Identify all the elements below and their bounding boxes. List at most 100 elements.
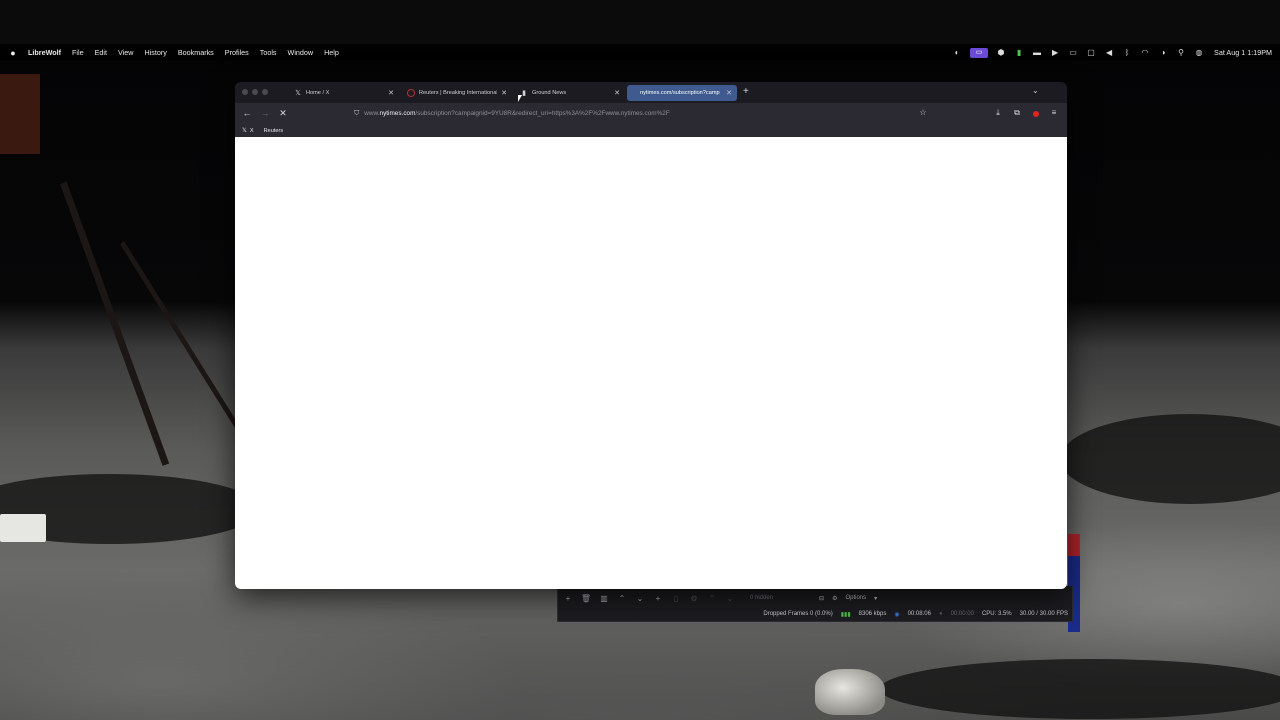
- move-down-icon[interactable]: ⌄: [634, 592, 646, 604]
- scene-up-icon[interactable]: ⌃: [706, 592, 718, 604]
- lock-icon[interactable]: ▮: [1014, 48, 1024, 57]
- bookmark-x[interactable]: 𝕏 X: [242, 127, 254, 135]
- astronaut-boot: [815, 669, 885, 715]
- menu-bar-clock[interactable]: Sat Aug 1 1:19PM: [1214, 48, 1272, 57]
- forward-arrow-icon[interactable]: →: [259, 108, 271, 118]
- page-content-blank[interactable]: [235, 137, 1067, 589]
- options-dropdown-icon[interactable]: ▾: [874, 595, 877, 602]
- close-tab-icon[interactable]: ✕: [501, 89, 507, 97]
- back-arrow-icon[interactable]: ←: [241, 108, 253, 118]
- wifi-icon[interactable]: ◠: [1140, 48, 1150, 57]
- browser-window: 𝕏 Home / X ✕ Reuters | Breaking Internat…: [235, 82, 1067, 589]
- stop-loading-icon[interactable]: ✕: [277, 108, 289, 119]
- user-switch-icon[interactable]: ◍: [1194, 48, 1204, 57]
- tab-bar: 𝕏 Home / X ✕ Reuters | Breaking Internat…: [235, 82, 1067, 103]
- tab-title: Reuters | Breaking International: [419, 90, 498, 96]
- site-info-shield-icon[interactable]: ⛉: [354, 110, 359, 118]
- obs-options-group: ⊟ ⚙ Options ▾: [819, 595, 877, 602]
- downloads-icon[interactable]: ⤓: [992, 108, 1004, 118]
- hamburger-menu-icon[interactable]: ≡: [1048, 108, 1060, 117]
- ublock-extension-icon[interactable]: [1033, 111, 1039, 117]
- drive-icon[interactable]: ▬: [1032, 48, 1042, 57]
- status-area: ◐ ▭ ⬢ ▮ ▬ ▶ ▭ ▢ ◀ ᛒ ◠ ◑ ⚲ ◍ Sat Aug 1 1:…: [952, 47, 1272, 58]
- tab-home-x[interactable]: 𝕏 Home / X ✕: [289, 85, 399, 101]
- screen-share-icon[interactable]: ▭: [970, 47, 989, 58]
- menu-view[interactable]: View: [118, 48, 133, 57]
- bluetooth-icon[interactable]: ᛒ: [1122, 48, 1132, 57]
- remove-scene-icon[interactable]: ▯: [670, 592, 682, 604]
- tab-reuters[interactable]: Reuters | Breaking International ✕: [402, 85, 512, 101]
- menu-window[interactable]: Window: [288, 48, 314, 57]
- stream-time: 00:08:06: [907, 611, 931, 617]
- close-tab-icon[interactable]: ✕: [388, 89, 394, 97]
- record-icon: ●: [938, 611, 943, 617]
- url-text: www.nytimes.com/subscription?campaignid=…: [364, 110, 669, 117]
- tab-ground-news[interactable]: ▮ Ground News ✕: [515, 85, 625, 101]
- add-source-icon[interactable]: +: [562, 592, 574, 604]
- new-tab-button[interactable]: +: [743, 86, 749, 97]
- extensions-icon[interactable]: ⧉: [1011, 108, 1023, 118]
- apple-menu-icon[interactable]: ●: [8, 48, 18, 58]
- filters-icon[interactable]: ▥: [598, 592, 610, 604]
- x-logo-icon: 𝕏: [295, 90, 301, 97]
- close-tab-icon[interactable]: ✕: [726, 89, 732, 97]
- tab-title: nytimes.com/subscription?camp: [640, 90, 720, 96]
- volume-icon[interactable]: ◀: [1104, 48, 1114, 57]
- menu-file[interactable]: File: [72, 48, 84, 57]
- minimize-window-button[interactable]: [252, 89, 258, 95]
- scene-down-icon[interactable]: ⌄: [724, 592, 736, 604]
- list-all-tabs-icon[interactable]: ⌄: [1032, 86, 1039, 95]
- obs-status-bar: Dropped Frames 0 (0.0%) ▮▮▮ 8306 kbps ◉ …: [558, 608, 1072, 620]
- app-menu[interactable]: LibreWolf: [28, 48, 61, 57]
- bitrate: 8306 kbps: [858, 611, 887, 617]
- reuters-icon: [407, 89, 415, 97]
- zoom-window-button[interactable]: [262, 89, 268, 95]
- shield-icon[interactable]: ⬢: [996, 48, 1006, 57]
- close-window-button[interactable]: [242, 89, 248, 95]
- tab-title: Ground News: [532, 90, 567, 96]
- url-path: /subscription?campaignid=9YU8R&redirect_…: [415, 110, 670, 117]
- tab-title: Home / X: [306, 90, 330, 96]
- url-prefix: www.: [364, 110, 380, 117]
- remove-source-icon[interactable]: 🗑: [580, 592, 592, 604]
- play-icon[interactable]: ▶: [1050, 48, 1060, 57]
- record-time: 00:00:00: [950, 611, 974, 617]
- menu-help[interactable]: Help: [324, 48, 339, 57]
- obs-status-icon[interactable]: ◐: [952, 48, 962, 57]
- url-bar[interactable]: ⛉ www.nytimes.com/subscription?campaigni…: [350, 106, 913, 121]
- dropped-frames: Dropped Frames 0 (0.0%): [763, 611, 833, 617]
- battery-icon[interactable]: ▭: [1068, 48, 1078, 57]
- bookmark-reuters[interactable]: Reuters: [264, 128, 284, 134]
- cpu-usage: CPU: 3.5%: [981, 611, 1012, 617]
- tab-nytimes-subscription[interactable]: nytimes.com/subscription?camp ✕: [627, 85, 737, 101]
- hidden-sources-count: 0 hidden: [750, 595, 774, 601]
- settings-gear-icon[interactable]: ⚙: [832, 595, 837, 602]
- display-icon[interactable]: ▢: [1086, 48, 1096, 57]
- lunar-lander-strut: [0, 74, 40, 154]
- menu-profiles[interactable]: Profiles: [225, 48, 249, 57]
- add-scene-icon[interactable]: +: [652, 592, 664, 604]
- options-button[interactable]: Options: [845, 595, 866, 601]
- menu-bar: ● LibreWolf File Edit View History Bookm…: [0, 44, 1280, 61]
- mixer-icon[interactable]: ⊟: [819, 595, 824, 602]
- scene-settings-icon[interactable]: ⚙: [688, 592, 700, 604]
- move-up-icon[interactable]: ⌃: [616, 592, 628, 604]
- menu-edit[interactable]: Edit: [95, 48, 107, 57]
- lander-foil: [0, 514, 46, 542]
- close-tab-icon[interactable]: ✕: [614, 89, 620, 97]
- navigation-bar: ← → ✕ ⛉ www.nytimes.com/subscription?cam…: [235, 103, 1067, 124]
- mouse-cursor-icon: [518, 95, 522, 102]
- menu-history[interactable]: History: [144, 48, 166, 57]
- spotlight-search-icon[interactable]: ⚲: [1176, 48, 1186, 57]
- control-center-icon[interactable]: ◑: [1158, 48, 1168, 57]
- obs-source-controls: + 🗑 ▥ ⌃ ⌄ + ▯ ⚙ ⌃ ⌄ 0 hidden ⊟ ⚙ Options…: [558, 590, 878, 606]
- lunar-shadow: [1060, 414, 1280, 504]
- menu-tools[interactable]: Tools: [260, 48, 277, 57]
- menu-bookmarks[interactable]: Bookmarks: [178, 48, 214, 57]
- stream-live-icon: ◉: [894, 611, 900, 618]
- lunar-shadow: [880, 659, 1280, 719]
- lunar-lander-leg: [60, 181, 170, 466]
- background-window-edge: [1068, 534, 1080, 556]
- signal-bars-icon: ▮▮▮: [840, 611, 851, 618]
- bookmark-star-icon[interactable]: ☆: [917, 108, 929, 117]
